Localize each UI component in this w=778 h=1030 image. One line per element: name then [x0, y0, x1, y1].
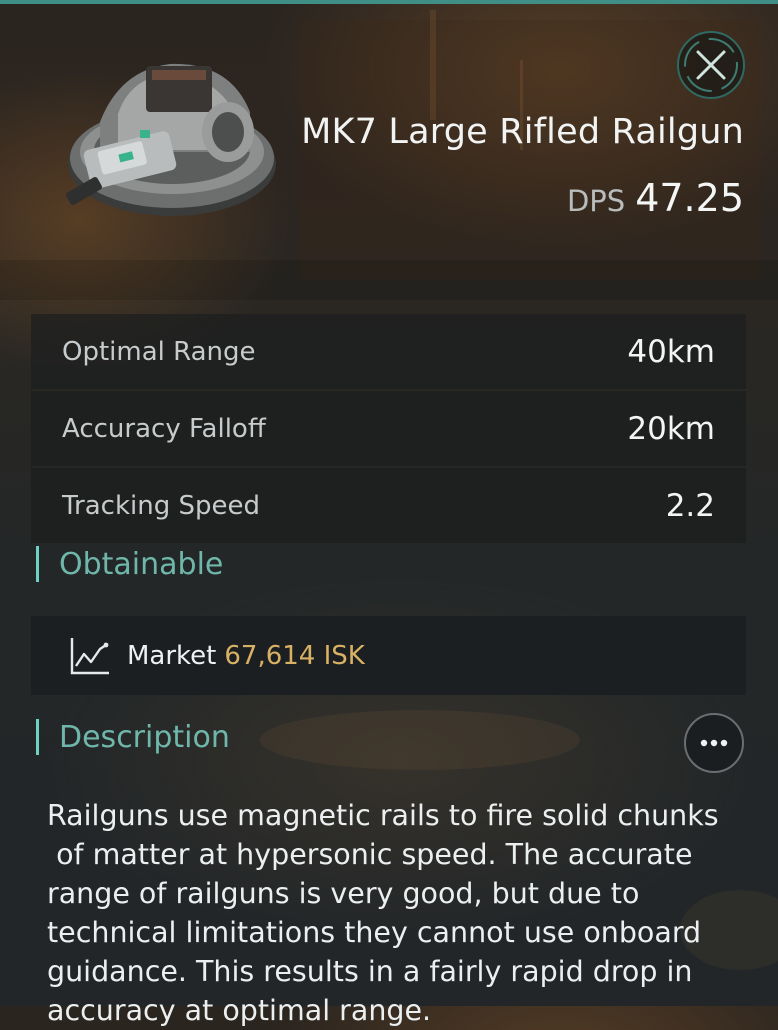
close-icon: [677, 31, 745, 99]
stat-label: Accuracy Falloff: [62, 413, 266, 444]
section-accent-bar: [36, 719, 39, 755]
market-price: 67,614 ISK: [224, 640, 365, 671]
dps-row: DPS 47.25: [567, 176, 744, 220]
item-name: MK7 Large Rifled Railgun: [301, 112, 744, 152]
stat-row-optimal-range: Optimal Range 40km: [31, 314, 746, 389]
description-section-header: Description: [36, 719, 230, 755]
stat-label: Optimal Range: [62, 336, 256, 367]
stat-value: 2.2: [665, 487, 715, 524]
more-icon: [700, 739, 728, 747]
more-options-button[interactable]: [684, 713, 744, 773]
stat-value: 20km: [627, 410, 715, 447]
stat-row-accuracy-falloff: Accuracy Falloff 20km: [31, 391, 746, 466]
stat-label: Tracking Speed: [62, 490, 261, 521]
stats-table: Optimal Range 40km Accuracy Falloff 20km…: [31, 314, 746, 545]
obtainable-section-header: Obtainable: [36, 546, 223, 582]
dps-value: 47.25: [635, 176, 744, 220]
railgun-turret-image: [66, 63, 276, 216]
market-chart-icon: [70, 637, 109, 674]
stat-row-tracking-speed: Tracking Speed 2.2: [31, 468, 746, 543]
description-title: Description: [59, 719, 230, 755]
market-source-row[interactable]: Market 67,614 ISK: [31, 616, 746, 695]
description-text: Railguns use magnetic rails to fire soli…: [47, 799, 719, 1027]
top-accent-bar: [0, 0, 778, 4]
close-button[interactable]: [675, 29, 747, 101]
dps-label: DPS: [566, 184, 626, 218]
stat-value: 40km: [627, 333, 715, 370]
section-accent-bar: [36, 546, 39, 582]
market-label: Market: [127, 640, 217, 671]
obtainable-title: Obtainable: [59, 546, 224, 582]
